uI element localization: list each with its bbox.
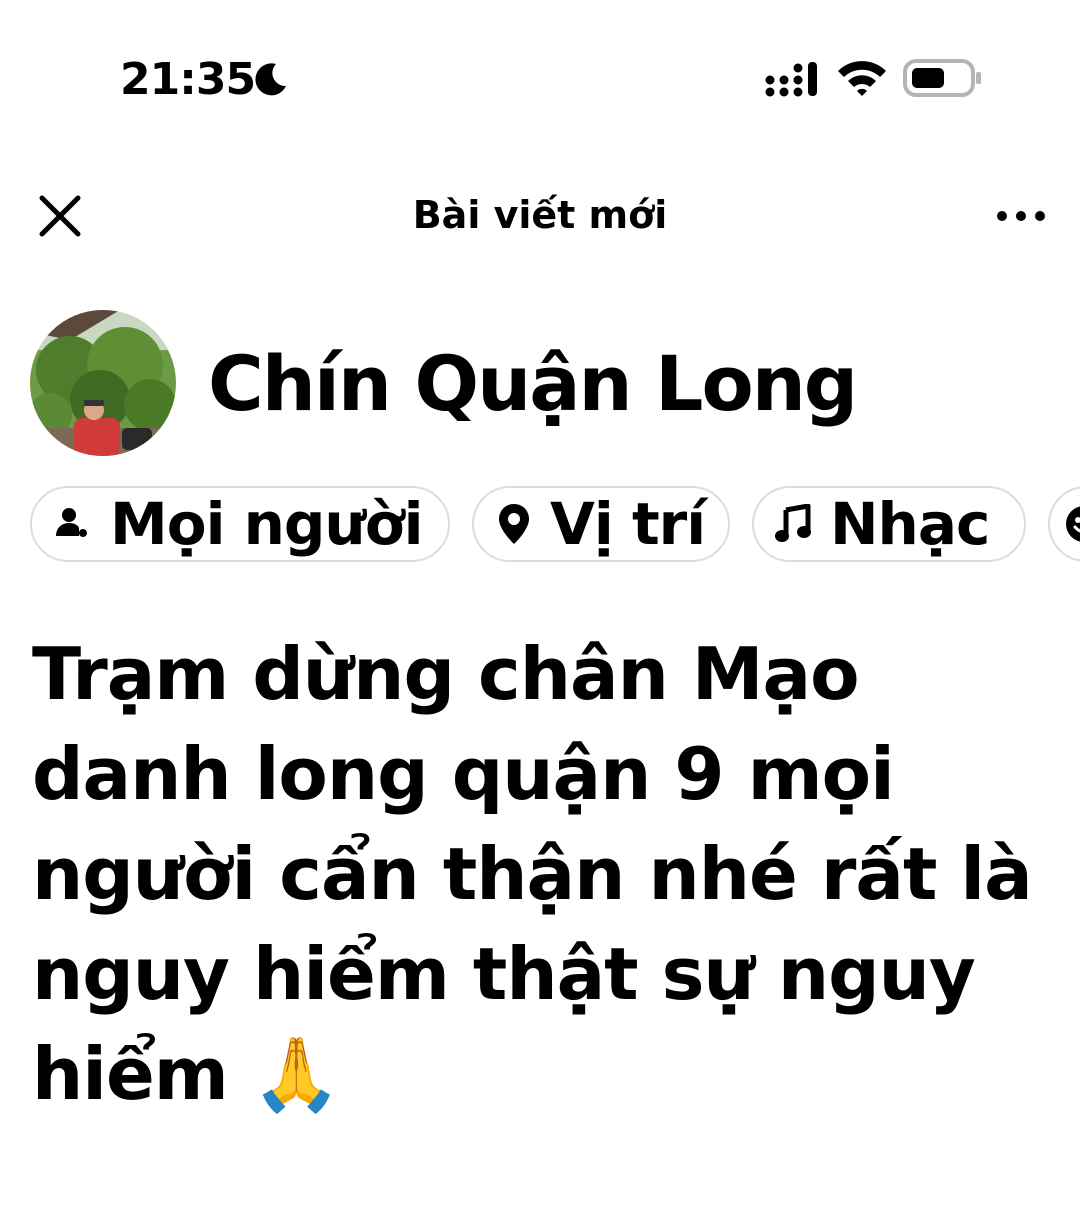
location-pin-icon: [499, 504, 529, 544]
people-icon: [56, 508, 87, 537]
tag-chips: Mọi người Vị trí Nhạc: [30, 486, 1080, 566]
cellular-signal-icon: [765, 62, 817, 97]
page-title: Bài viết mới: [412, 193, 668, 237]
chip-people[interactable]: Mọi người: [30, 486, 450, 562]
post-text[interactable]: Trạm dừng chân Mạo danh long quận 9 mọi …: [32, 624, 1042, 1124]
chip-music[interactable]: Nhạc: [752, 486, 1026, 562]
moon-icon: [255, 63, 286, 96]
avatar[interactable]: [30, 310, 176, 456]
music-note-icon: [775, 504, 811, 542]
author-name[interactable]: Chín Quận Long: [208, 336, 858, 432]
emoji-icon: [1066, 506, 1080, 542]
more-options-icon[interactable]: [990, 196, 1054, 236]
battery-icon: [903, 59, 981, 97]
chip-people-label: Mọi người: [110, 490, 423, 558]
chip-location-label: Vị trí: [550, 490, 706, 558]
wifi-icon: [838, 61, 886, 96]
chip-location[interactable]: Vị trí: [472, 486, 730, 562]
chip-feeling[interactable]: [1048, 486, 1080, 562]
avatar-image: [30, 310, 176, 456]
status-time: 21:35: [120, 54, 256, 105]
chip-music-label: Nhạc: [830, 490, 990, 558]
